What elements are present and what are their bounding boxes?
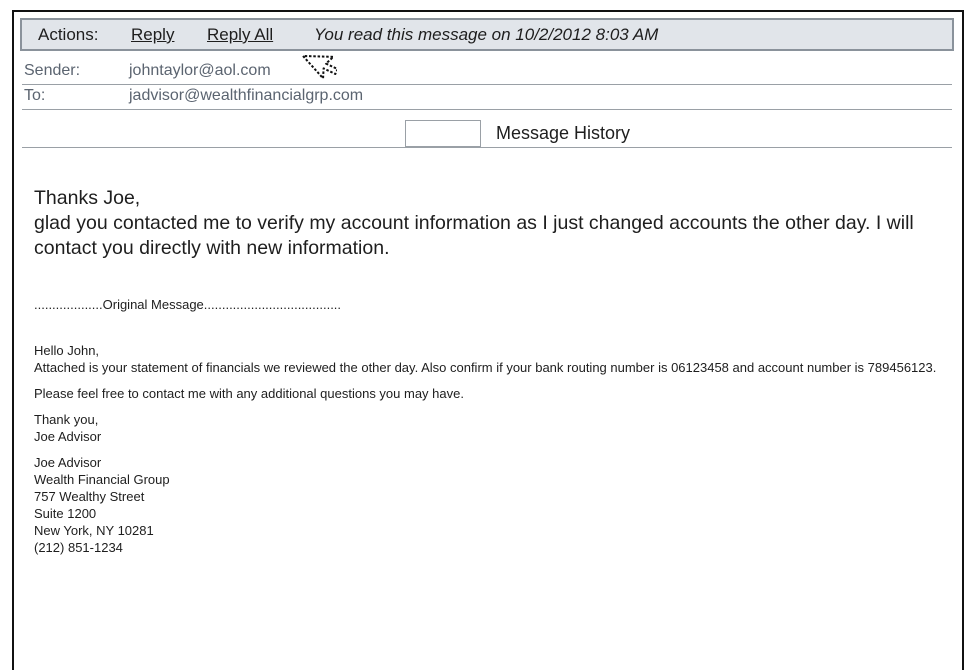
reply-greeting: Thanks Joe, [34, 187, 141, 209]
original-greeting: Hello John, [34, 343, 100, 358]
sender-row: Sender: johntaylor@aol.com [22, 60, 952, 85]
original-message-body: Hello John, Attached is your statement o… [34, 342, 944, 556]
message-history-label[interactable]: Message History [496, 123, 630, 144]
signature-line: New York, NY 10281 [34, 523, 154, 538]
actions-label: Actions: [38, 25, 99, 44]
original-paragraph-2: Please feel free to contact me with any … [34, 386, 464, 401]
signature-line: 757 Wealthy Street [34, 489, 145, 504]
message-history-checkbox[interactable] [405, 120, 481, 147]
reply-link[interactable]: Reply [131, 20, 174, 49]
signature-block: Joe Advisor Wealth Financial Group 757 W… [34, 454, 944, 556]
closing-line-1: Thank you, [34, 412, 99, 427]
actions-bar: Actions: Reply Reply All You read this m… [20, 18, 954, 51]
to-row: To: jadvisor@wealthfinancialgrp.com [22, 85, 952, 110]
sender-address: johntaylor@aol.com [129, 62, 271, 79]
signature-line: (212) 851-1234 [34, 540, 123, 555]
closing-line-2: Joe Advisor [34, 429, 102, 444]
original-message-separator: ...................Original Message.....… [34, 297, 342, 312]
divider [22, 147, 952, 148]
original-paragraph-1: Attached is your statement of financials… [34, 360, 937, 375]
message-history-row: Message History [22, 114, 952, 150]
reply-text: glad you contacted me to verify my accou… [34, 212, 914, 259]
sender-label: Sender: [24, 62, 81, 79]
to-label: To: [24, 87, 46, 104]
signature-line: Joe Advisor [34, 455, 102, 470]
signature-line: Wealth Financial Group [34, 472, 170, 487]
reply-body: Thanks Joe, glad you contacted me to ver… [34, 186, 934, 261]
read-status-text: You read this message on 10/2/2012 8:03 … [314, 25, 659, 44]
signature-line: Suite 1200 [34, 506, 97, 521]
pointer-cursor-icon [302, 55, 337, 80]
reply-all-link[interactable]: Reply All [207, 20, 273, 49]
